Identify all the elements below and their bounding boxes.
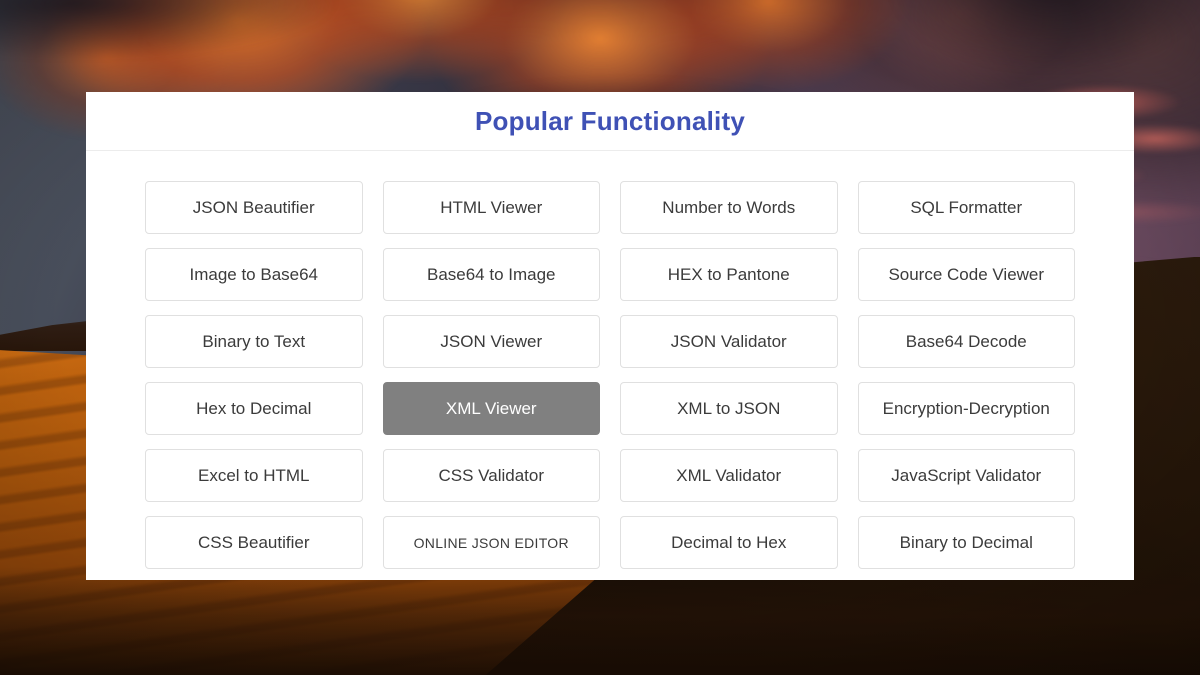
functionality-tile[interactable]: Base64 to Image [382, 248, 600, 301]
functionality-tile[interactable]: Excel to HTML [145, 449, 363, 502]
functionality-tile[interactable]: HEX to Pantone [620, 248, 838, 301]
functionality-tile[interactable]: Number to Words [620, 181, 838, 234]
functionality-tile[interactable]: JSON Viewer [382, 315, 600, 368]
functionality-grid: JSON Beautifier HTML Viewer Number to Word… [145, 181, 1075, 569]
functionality-tile[interactable]: XML Viewer [382, 382, 600, 435]
functionality-tile[interactable]: CSS Validator [382, 449, 600, 502]
functionality-tile[interactable]: XML to JSON [620, 382, 838, 435]
functionality-tile[interactable]: Encryption-Decryption [857, 382, 1075, 435]
functionality-tile[interactable]: Binary to Text [145, 315, 363, 368]
functionality-tile[interactable]: CSS Beautifier [145, 516, 363, 569]
popular-functionality-card: Popular Functionality JSON Beautifier HTM… [86, 92, 1134, 580]
functionality-tile[interactable]: Hex to Decimal [145, 382, 363, 435]
functionality-tile[interactable]: Decimal to Hex [620, 516, 838, 569]
functionality-tile[interactable]: HTML Viewer [382, 181, 600, 234]
page-title: Popular Functionality [475, 106, 745, 136]
functionality-tile[interactable]: Image to Base64 [145, 248, 363, 301]
functionality-tile[interactable]: Source Code Viewer [857, 248, 1075, 301]
functionality-tile[interactable]: Base64 Decode [857, 315, 1075, 368]
functionality-tile[interactable]: ONLINE JSON EDITOR [382, 516, 600, 569]
functionality-tile[interactable]: SQL Formatter [857, 181, 1075, 234]
functionality-tile[interactable]: XML Validator [620, 449, 838, 502]
functionality-tile[interactable]: JSON Beautifier [145, 181, 363, 234]
functionality-tile[interactable]: Binary to Decimal [857, 516, 1075, 569]
card-body: JSON Beautifier HTML Viewer Number to Word… [86, 151, 1134, 580]
card-header: Popular Functionality [86, 92, 1134, 151]
functionality-tile[interactable]: JavaScript Validator [857, 449, 1075, 502]
functionality-tile[interactable]: JSON Validator [620, 315, 838, 368]
